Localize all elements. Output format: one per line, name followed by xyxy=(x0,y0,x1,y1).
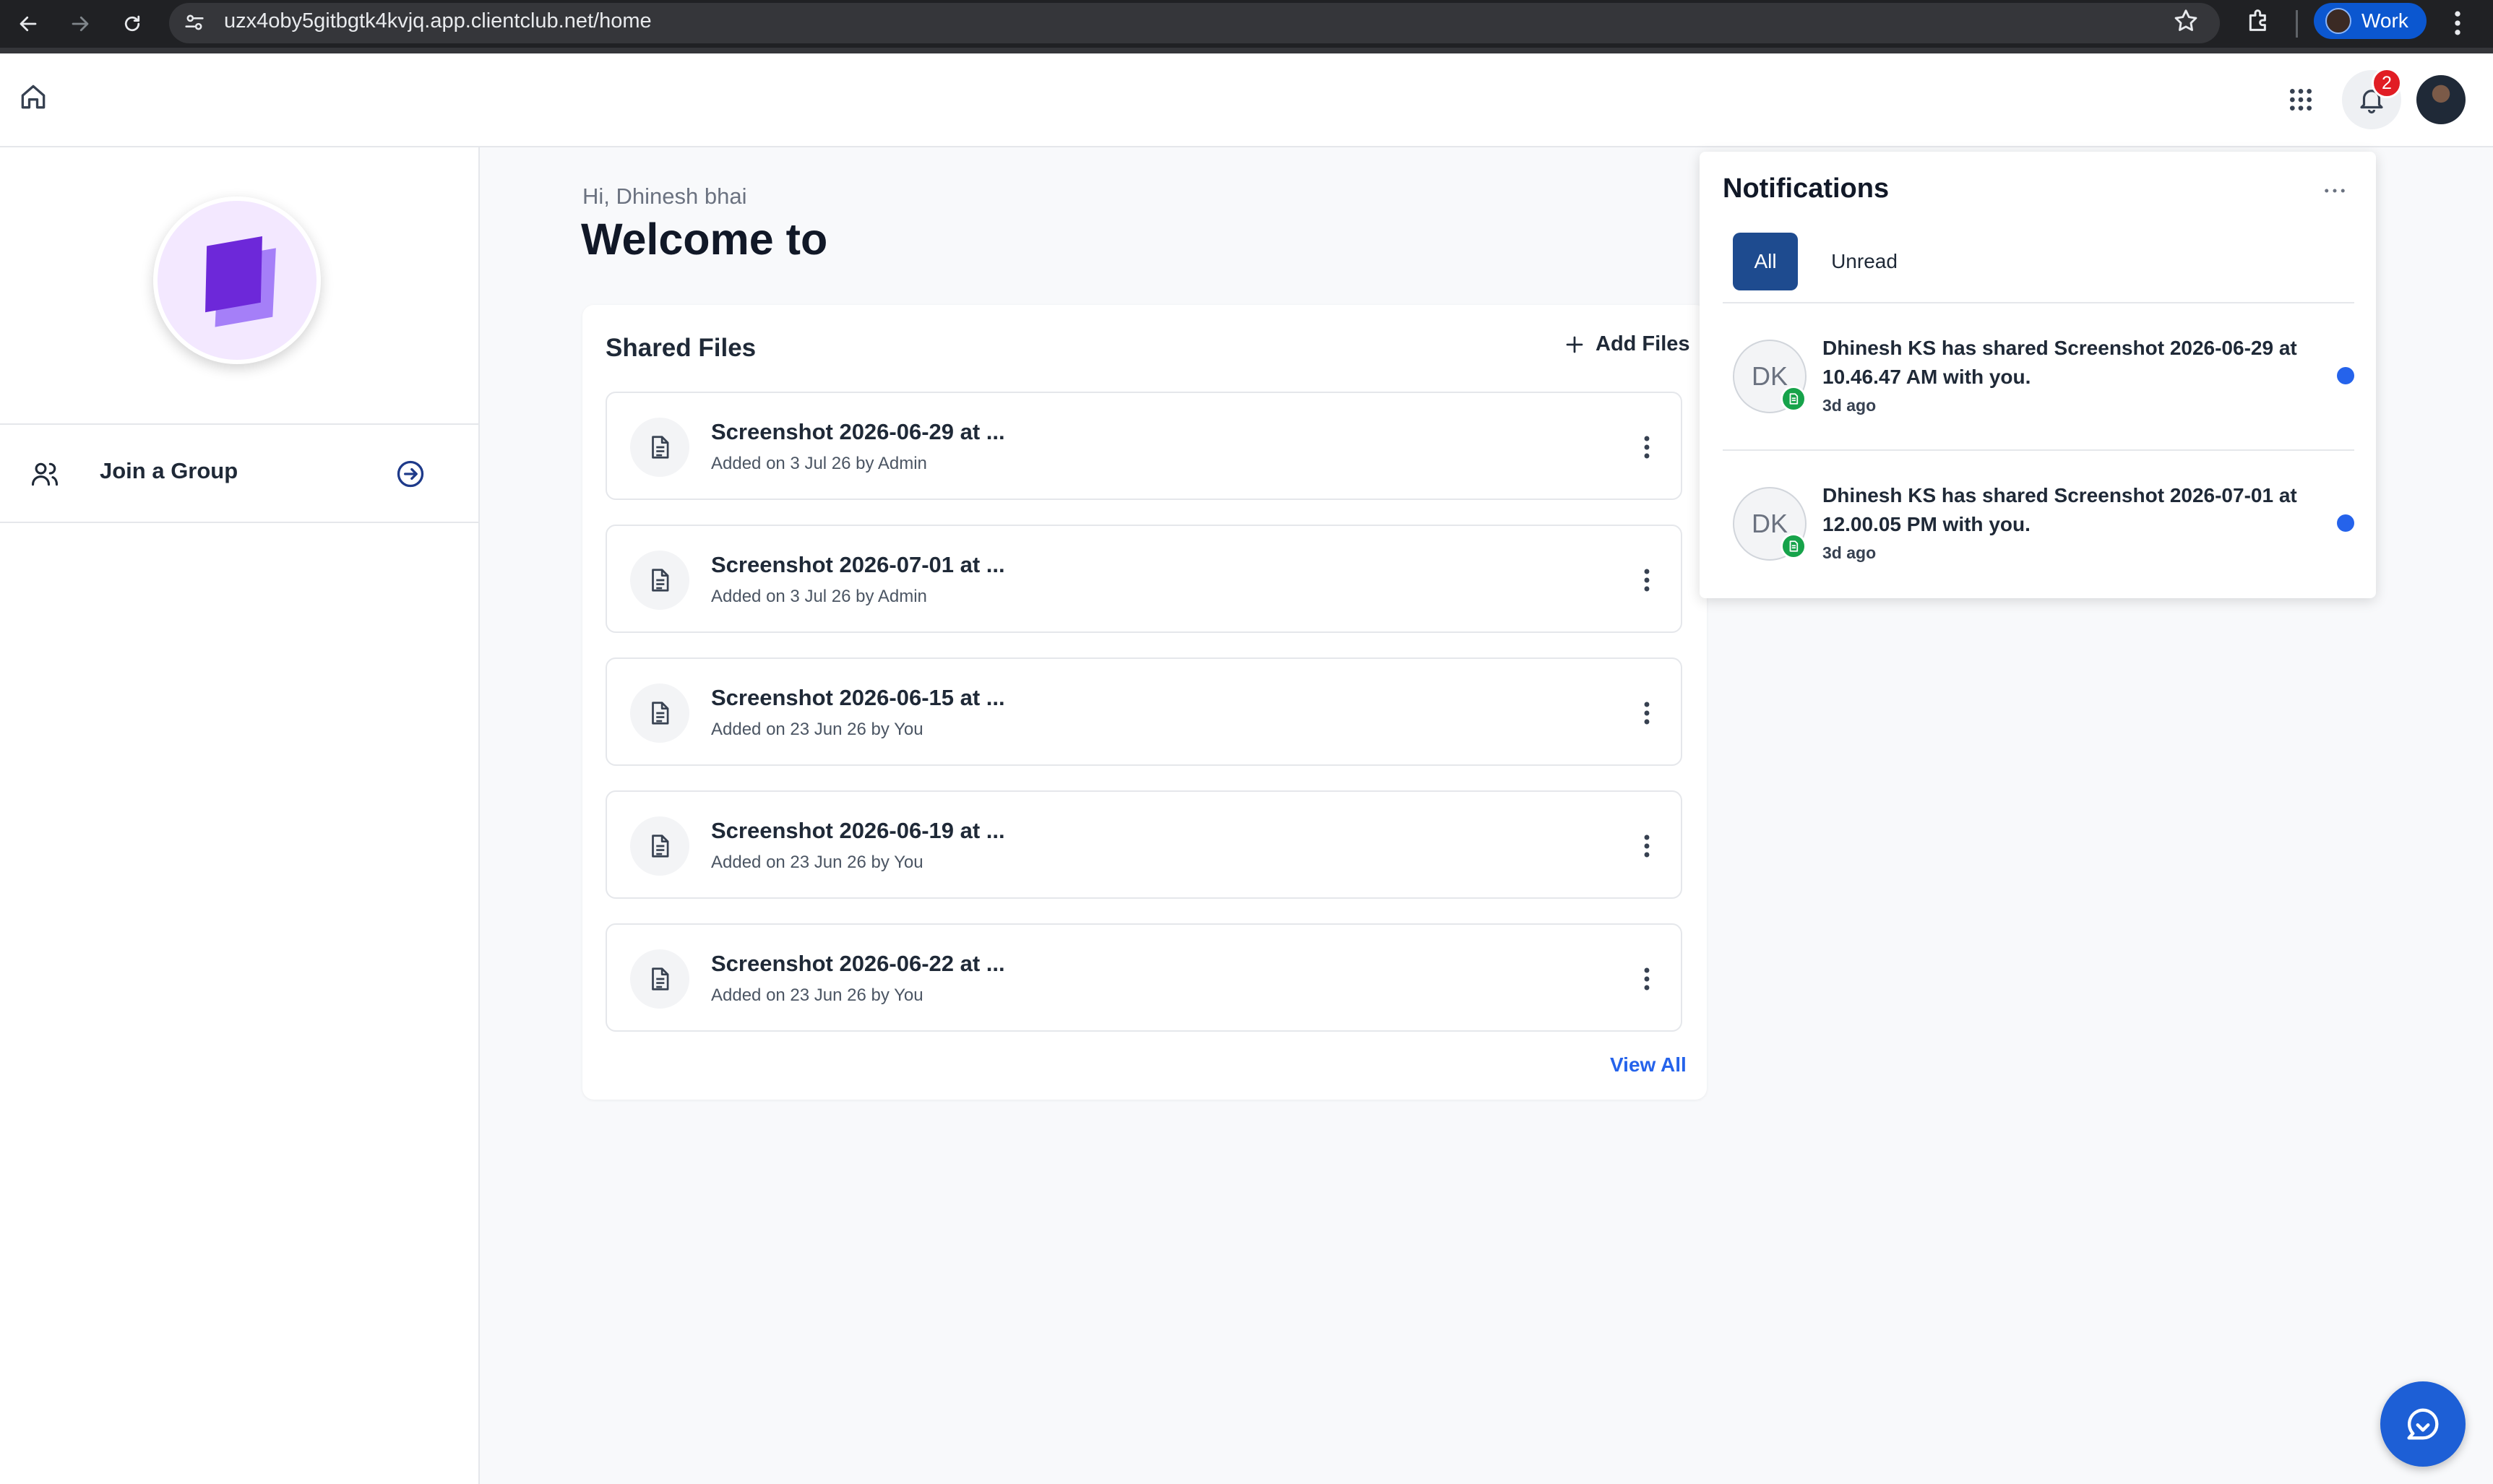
file-meta: Added on 3 Jul 26 by Admin xyxy=(711,454,927,473)
unread-indicator xyxy=(2337,514,2354,532)
site-settings-icon[interactable] xyxy=(182,10,207,35)
apps-grid-icon[interactable] xyxy=(2286,85,2315,114)
extensions-icon[interactable] xyxy=(2244,6,2273,35)
file-name: Screenshot 2026-07-01 at ... xyxy=(711,552,1005,577)
forward-icon[interactable] xyxy=(62,6,98,42)
notification-time: 3d ago xyxy=(1822,396,1877,415)
greeting: Hi, Dhinesh bhai xyxy=(582,184,747,209)
browser-menu-icon[interactable] xyxy=(2447,7,2468,39)
file-name: Screenshot 2026-06-19 at ... xyxy=(711,818,1005,843)
notification-time: 3d ago xyxy=(1822,543,1877,562)
tab-unread[interactable]: Unread xyxy=(1820,233,1909,290)
file-meta: Added on 3 Jul 26 by Admin xyxy=(711,587,927,606)
document-icon xyxy=(630,949,689,1009)
file-name: Screenshot 2026-06-29 at ... xyxy=(711,419,1005,444)
more-vertical-icon[interactable] xyxy=(1629,429,1665,465)
profile-avatar xyxy=(2325,8,2351,34)
file-row[interactable]: Screenshot 2026-06-19 at ... Added on 23… xyxy=(606,790,1682,899)
browser-toolbar-bottom-strip xyxy=(0,48,2493,53)
file-badge-icon xyxy=(1781,533,1807,559)
more-vertical-icon[interactable] xyxy=(1629,562,1665,598)
unread-indicator xyxy=(2337,367,2354,384)
more-vertical-icon[interactable] xyxy=(1629,695,1665,731)
file-row[interactable]: Screenshot 2026-06-29 at ... Added on 3 … xyxy=(606,392,1682,500)
profile-button[interactable]: Work xyxy=(2314,3,2427,39)
file-row[interactable]: Screenshot 2026-07-01 at ... Added on 3 … xyxy=(606,525,1682,633)
more-vertical-icon[interactable] xyxy=(1629,828,1665,864)
more-vertical-icon[interactable] xyxy=(1629,961,1665,997)
file-meta: Added on 23 Jun 26 by You xyxy=(711,853,923,872)
view-all-link[interactable]: View All xyxy=(1610,1053,1687,1077)
file-name: Screenshot 2026-06-22 at ... xyxy=(711,951,1005,976)
document-icon xyxy=(630,816,689,876)
file-name: Screenshot 2026-06-15 at ... xyxy=(711,685,1005,710)
file-row[interactable]: Screenshot 2026-06-22 at ... Added on 23… xyxy=(606,923,1682,1032)
notification-text: Dhinesh KS has shared Screenshot 2026-07… xyxy=(1822,481,2328,539)
chat-support-button[interactable] xyxy=(2380,1381,2466,1467)
document-icon xyxy=(630,418,689,477)
document-icon xyxy=(630,683,689,743)
shared-files-title: Shared Files xyxy=(606,334,757,362)
arrow-circle-right-icon[interactable] xyxy=(395,458,426,490)
notification-text-line: 12.00.05 PM with you. xyxy=(1822,513,2031,535)
bookmark-star-icon[interactable] xyxy=(2172,7,2200,35)
notification-text-line: Dhinesh KS has shared Screenshot 2026-07… xyxy=(1822,484,2297,506)
home-icon[interactable] xyxy=(17,81,49,113)
logo-icon xyxy=(205,236,276,327)
notification-text-line: 10.46.47 AM with you. xyxy=(1822,366,2031,388)
toolbar-divider xyxy=(2296,10,2298,38)
file-meta: Added on 23 Jun 26 by You xyxy=(711,985,923,1005)
notification-count-badge: 2 xyxy=(2372,68,2402,98)
chat-icon xyxy=(2407,1408,2439,1440)
more-horizontal-icon[interactable] xyxy=(2317,178,2353,204)
back-icon[interactable] xyxy=(10,6,46,42)
reload-icon[interactable] xyxy=(114,6,150,42)
community-logo xyxy=(153,197,321,364)
file-badge-icon xyxy=(1781,386,1807,412)
plus-icon xyxy=(1566,336,1583,353)
page-title: Welcome to xyxy=(581,215,828,264)
sidebar-divider xyxy=(0,522,478,523)
add-files-button[interactable]: Add Files xyxy=(1564,332,1690,356)
join-group-label: Join a Group xyxy=(100,458,238,483)
document-icon xyxy=(630,551,689,610)
user-avatar[interactable] xyxy=(2416,75,2466,124)
app-header xyxy=(0,53,2493,147)
users-icon xyxy=(29,458,61,490)
notifications-title: Notifications xyxy=(1723,173,1890,204)
profile-label: Work xyxy=(2361,9,2408,32)
sidebar-divider xyxy=(0,423,478,425)
file-meta: Added on 23 Jun 26 by You xyxy=(711,720,923,739)
notification-text: Dhinesh KS has shared Screenshot 2026-06… xyxy=(1822,334,2328,392)
url-text[interactable]: uzx4oby5gitbgtk4kvjq.app.clientclub.net/… xyxy=(224,6,652,36)
notification-text-line: Dhinesh KS has shared Screenshot 2026-06… xyxy=(1822,337,2297,359)
file-row[interactable]: Screenshot 2026-06-15 at ... Added on 23… xyxy=(606,657,1682,766)
add-files-label: Add Files xyxy=(1596,332,1690,355)
tab-all[interactable]: All xyxy=(1733,233,1798,290)
